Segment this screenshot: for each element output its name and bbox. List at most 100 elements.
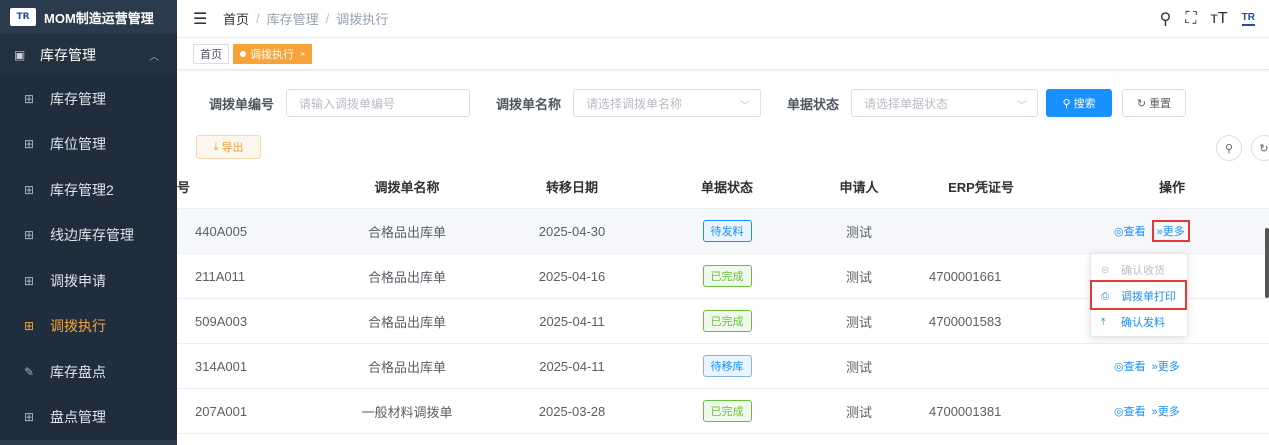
table-row[interactable]: 440A005 合格品出库单 2025-04-30 待发料 测试 ◎查看 »更多 — [177, 209, 1269, 254]
tag-label: 首页 — [200, 48, 222, 61]
search-icon: ⚲ — [1062, 97, 1074, 110]
name-label: 调拨单名称 — [496, 96, 562, 112]
name-select[interactable]: 请选择调拨单名称 ﹀ — [573, 89, 762, 117]
cell-date: 2025-04-11 — [539, 358, 605, 374]
table-scrollbar[interactable] — [1265, 228, 1269, 298]
cell-name: 合格品出库单 — [367, 224, 446, 240]
more-link[interactable]: »更多 — [1151, 220, 1190, 242]
table-icon: ⊞ — [24, 319, 35, 334]
sidebar-item-inventory-mgmt[interactable]: ⊞ 库存管理 — [0, 76, 177, 122]
sidebar-item-lineside-inventory[interactable]: ⊞ 线边库存管理 — [0, 212, 177, 258]
table-icon: ⊞ — [24, 182, 35, 197]
more-link[interactable]: »更多 — [1152, 403, 1180, 419]
reset-button-label: 重置 — [1149, 98, 1172, 110]
menu-item-label: 确认收货 — [1121, 265, 1165, 277]
sidebar-item-stocktaking[interactable]: ✎ 库存盘点 — [0, 349, 177, 395]
cell-date: 2025-04-30 — [538, 223, 606, 239]
menu-group-label: 库存管理 — [40, 47, 96, 63]
table-header: 号 调拨单名称 转移日期 单据状态 申请人 ERP凭证号 操作 — [177, 164, 1269, 209]
sidebar-item-transfer-execution[interactable]: ⊞ 调拨执行 — [0, 303, 177, 349]
view-link[interactable]: ◎查看 — [1114, 358, 1146, 374]
sidebar-item-label: 盘点管理 — [50, 409, 106, 426]
column-header-code: 号 — [177, 179, 191, 195]
search-icon[interactable]: ⚲ — [1160, 9, 1172, 29]
view-link[interactable]: ◎查看 — [1114, 403, 1146, 419]
breadcrumb: 首页 / 库存管理 / 调拨执行 — [223, 9, 388, 28]
menu-item-confirm-issue[interactable]: ⤒ 确认发料 — [1091, 309, 1189, 335]
download-icon: ⤓ — [213, 140, 222, 153]
more-label: 更多 — [1157, 361, 1180, 373]
code-input[interactable]: 请输入调拨单编号 — [286, 89, 471, 117]
cell-name: 合格品出库单 — [367, 269, 446, 285]
more-link[interactable]: »更多 — [1152, 358, 1180, 374]
column-header-name: 调拨单名称 — [374, 179, 440, 195]
tag-transfer-execution[interactable]: 调拨执行 × — [233, 43, 313, 64]
column-header-date: 转移日期 — [545, 179, 598, 195]
table-icon: ⊞ — [24, 228, 35, 243]
search-button[interactable]: ⚲ 搜索 — [1046, 89, 1113, 117]
cell-date: 2025-04-11 — [539, 313, 605, 329]
sidebar-item-inventory-mgmt-2[interactable]: ⊞ 库存管理2 — [0, 167, 177, 213]
table-icon: ⊞ — [24, 410, 35, 425]
status-badge: 已完成 — [702, 310, 752, 332]
toggle-search-button[interactable]: ⚲ — [1216, 135, 1242, 161]
chevron-down-icon: ﹀ — [740, 101, 751, 112]
table-row[interactable]: 314A001 合格品出库单 2025-04-11 待移库 测试 ◎查看 »更多 — [177, 344, 1269, 389]
brand-logo: TR — [1241, 12, 1255, 26]
column-header-applicant: 申请人 — [839, 179, 879, 195]
search-icon: ⚲ — [1224, 142, 1234, 155]
header-actions: ⚲ ⛶ тT TR — [1160, 9, 1255, 29]
sidebar-item-location-mgmt[interactable]: ⊞ 库位管理 — [0, 121, 177, 167]
breadcrumb-separator: / — [325, 11, 330, 26]
cell-erp: 4700001661 — [929, 268, 1002, 284]
cell-applicant: 测试 — [845, 269, 872, 285]
cell-code: 207A001 — [195, 403, 248, 419]
column-header-status: 单据状态 — [700, 179, 753, 195]
table-icon: ⊞ — [24, 91, 35, 106]
tag-label: 调拨执行 — [250, 48, 294, 61]
cell-code: 211A011 — [195, 268, 246, 284]
edit-icon: ✎ — [24, 364, 35, 379]
breadcrumb-level2: 调拨执行 — [336, 12, 389, 27]
sidebar-item-label: 库存管理 — [50, 90, 106, 107]
font-size-icon[interactable]: тT — [1211, 10, 1228, 28]
view-link[interactable]: ◎查看 — [1114, 223, 1146, 239]
breadcrumb-separator: / — [256, 11, 260, 26]
refresh-icon: ↻ — [1136, 97, 1150, 110]
cell-code: 314A001 — [195, 358, 248, 374]
top-header: ☰ 首页 / 库存管理 / 调拨执行 ⚲ ⛶ тT TR — [177, 0, 1269, 38]
status-badge: 已完成 — [702, 265, 752, 287]
eye-icon: ◎ — [1114, 361, 1124, 373]
cell-name: 合格品出库单 — [367, 359, 446, 375]
upload-icon: ⤒ — [1101, 316, 1106, 328]
close-icon[interactable]: × — [300, 49, 305, 59]
menu-group-inventory[interactable]: ▣ 库存管理 ︿ — [0, 34, 177, 76]
refresh-button[interactable]: ↻ — [1251, 135, 1269, 161]
more-label: 更多 — [1157, 406, 1180, 418]
tag-dot — [240, 50, 246, 57]
sidebar-item-transfer-request[interactable]: ⊞ 调拨申请 — [0, 258, 177, 304]
cell-name: 合格品出库单 — [367, 314, 446, 330]
export-label: 导出 — [221, 142, 244, 154]
sidebar-item-label: 库存盘点 — [50, 363, 106, 380]
table-icon: ⊞ — [24, 273, 35, 288]
menu-fold-icon[interactable]: ☰ — [193, 9, 211, 29]
view-label: 查看 — [1123, 226, 1146, 238]
cell-name: 一般材料调拨单 — [361, 404, 453, 420]
menu-item-label: 确认发料 — [1121, 317, 1165, 329]
chevron-up-icon: ︿ — [149, 51, 159, 63]
sidebar-item-stocktaking-mgmt[interactable]: ⊞ 盘点管理 — [0, 394, 177, 440]
sidebar-item-label: 线边库存管理 — [50, 227, 134, 244]
fullscreen-icon[interactable]: ⛶ — [1185, 10, 1196, 28]
tag-home[interactable]: 首页 — [193, 43, 229, 64]
sidebar: TR MOM制造运营管理 ▣ 库存管理 ︿ ⊞ 库存管理 ⊞ 库位管理 ⊞ 库存… — [0, 0, 177, 445]
table-row[interactable]: 207A001 一般材料调拨单 2025-03-28 已完成 测试 470000… — [177, 389, 1269, 434]
reset-button[interactable]: ↻ 重置 — [1122, 89, 1187, 117]
export-button[interactable]: ⤓ 导出 — [196, 135, 261, 159]
status-label: 单据状态 — [787, 96, 840, 112]
breadcrumb-home[interactable]: 首页 — [223, 9, 249, 28]
status-select[interactable]: 请选择单据状态 ﹀ — [851, 89, 1039, 117]
monitor-icon: ▣ — [14, 48, 26, 62]
cell-code: 509A003 — [195, 313, 248, 329]
cell-applicant: 测试 — [845, 224, 872, 240]
